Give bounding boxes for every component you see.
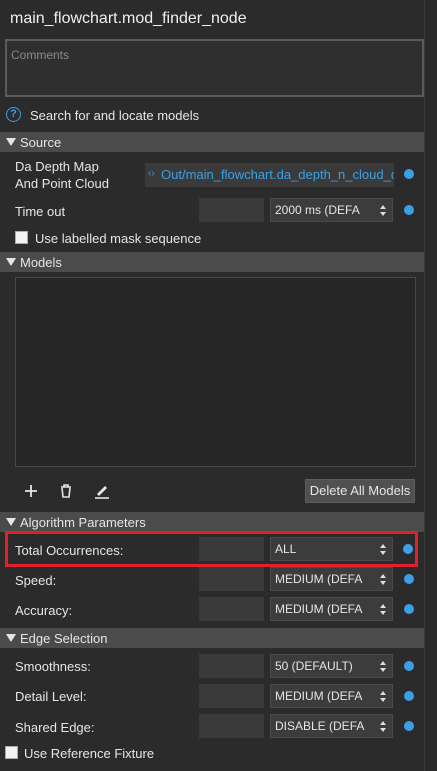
link-icon: ‹›: [148, 168, 155, 179]
shared-edge-value: DISABLE (DEFA: [275, 719, 365, 733]
section-models-header[interactable]: Models: [0, 252, 424, 272]
detail-level-select[interactable]: MEDIUM (DEFA: [270, 684, 393, 708]
reference-fixture-label: Use Reference Fixture: [24, 746, 155, 761]
scrollbar[interactable]: [424, 0, 437, 771]
detail-level-label: Detail Level:: [15, 689, 87, 704]
depth-map-link-value: Out/main_flowchart.da_depth_n_cloud_co: [161, 167, 394, 182]
speed-select[interactable]: MEDIUM (DEFA: [270, 567, 393, 591]
shared-edge-input[interactable]: [199, 714, 264, 738]
section-models-label: Models: [20, 255, 62, 270]
speed-label: Speed:: [15, 573, 57, 588]
smoothness-value: 50 (DEFAULT): [275, 659, 353, 673]
connection-dot-icon[interactable]: [404, 661, 414, 671]
shared-edge-label: Shared Edge:: [15, 720, 95, 735]
connection-dot-icon[interactable]: [404, 604, 414, 614]
help-text: Search for and locate models: [30, 108, 200, 123]
section-source-label: Source: [20, 135, 62, 150]
timeout-select-value: 2000 ms (DEFA: [275, 203, 360, 217]
collapse-triangle-icon: [6, 258, 16, 266]
delete-all-models-button[interactable]: Delete All Models: [305, 479, 415, 503]
speed-input[interactable]: [199, 567, 264, 591]
comments-placeholder: Comments: [11, 48, 70, 62]
section-source-header[interactable]: Source: [0, 132, 424, 152]
smoothness-select[interactable]: 50 (DEFAULT): [270, 654, 393, 678]
connection-dot-icon[interactable]: [404, 721, 414, 731]
depth-map-label-line1: Da Depth Map: [15, 159, 99, 174]
timeout-input[interactable]: [199, 198, 264, 222]
section-edge-header[interactable]: Edge Selection: [0, 628, 424, 648]
section-edge-label: Edge Selection: [20, 631, 108, 646]
connection-dot-icon[interactable]: [404, 169, 414, 179]
connection-dot-icon[interactable]: [404, 574, 414, 584]
comments-field[interactable]: Comments: [5, 39, 424, 97]
connection-dot-icon[interactable]: [404, 691, 414, 701]
panel-title: main_flowchart.mod_finder_node: [10, 10, 247, 27]
collapse-triangle-icon: [6, 138, 16, 146]
chevron-updown-icon: [380, 574, 386, 586]
trash-icon[interactable]: [57, 482, 75, 500]
smoothness-label: Smoothness:: [15, 659, 91, 674]
section-algorithm-header[interactable]: Algorithm Parameters: [0, 512, 424, 532]
mask-sequence-checkbox[interactable]: [15, 231, 28, 244]
highlight-box: [5, 531, 418, 567]
smoothness-input[interactable]: [199, 654, 264, 678]
depth-map-link-field[interactable]: ‹› Out/main_flowchart.da_depth_n_cloud_c…: [145, 163, 394, 187]
speed-value: MEDIUM (DEFA: [275, 572, 363, 586]
shared-edge-select[interactable]: DISABLE (DEFA: [270, 714, 393, 738]
section-algorithm-label: Algorithm Parameters: [20, 515, 146, 530]
chevron-updown-icon: [380, 604, 386, 616]
chevron-updown-icon: [380, 661, 386, 673]
mask-sequence-label: Use labelled mask sequence: [35, 231, 202, 246]
chevron-updown-icon: [380, 721, 386, 733]
collapse-triangle-icon: [6, 518, 16, 526]
accuracy-value: MEDIUM (DEFA: [275, 602, 363, 616]
collapse-triangle-icon: [6, 634, 16, 642]
help-icon[interactable]: ?: [6, 107, 21, 122]
detail-level-input[interactable]: [199, 684, 264, 708]
depth-map-label-line2: And Point Cloud: [15, 176, 109, 191]
timeout-select[interactable]: 2000 ms (DEFA: [270, 198, 393, 222]
accuracy-select[interactable]: MEDIUM (DEFA: [270, 597, 393, 621]
chevron-updown-icon: [380, 205, 386, 217]
models-list[interactable]: [15, 277, 416, 467]
accuracy-label: Accuracy:: [15, 603, 73, 618]
accuracy-input[interactable]: [199, 597, 264, 621]
add-icon[interactable]: [22, 482, 40, 500]
chevron-updown-icon: [380, 691, 386, 703]
timeout-label: Time out: [15, 204, 66, 219]
reference-fixture-checkbox[interactable]: [5, 746, 18, 759]
edit-pencil-icon[interactable]: [93, 481, 111, 499]
connection-dot-icon[interactable]: [404, 205, 414, 215]
detail-level-value: MEDIUM (DEFA: [275, 689, 363, 703]
